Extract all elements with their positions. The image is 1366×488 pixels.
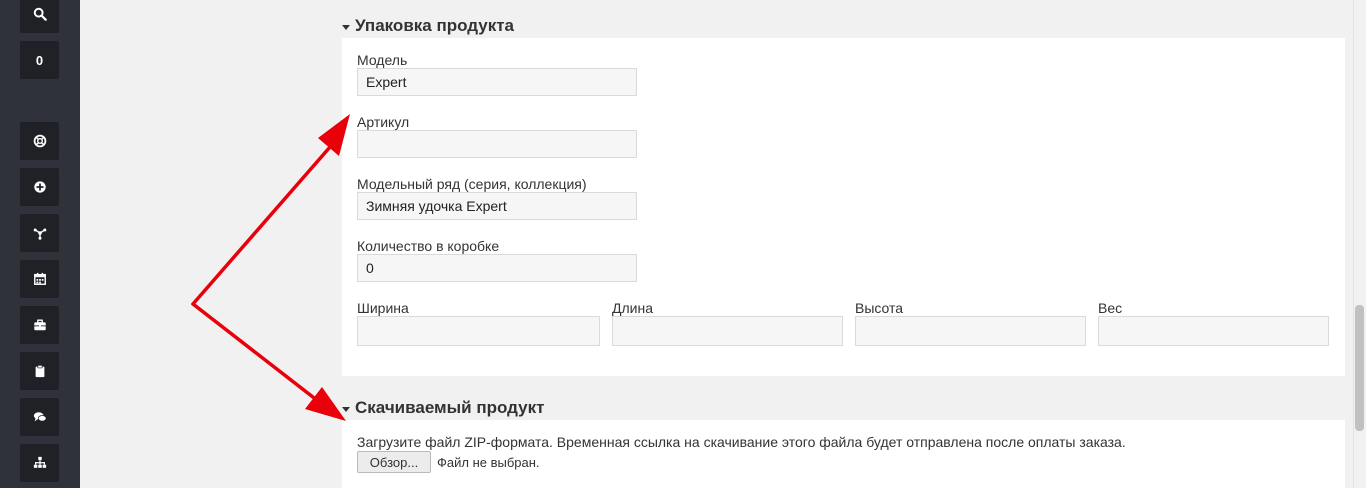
- search-icon: [33, 7, 47, 21]
- model-field[interactable]: Expert: [357, 68, 637, 96]
- height-label: Высота: [855, 300, 904, 316]
- calendar-icon: [33, 272, 46, 285]
- width-field[interactable]: [357, 316, 600, 346]
- scrollbar-thumb[interactable]: [1355, 305, 1364, 431]
- left-sidebar: 0: [0, 0, 80, 488]
- clipboard-icon: [35, 364, 44, 378]
- weight-field[interactable]: [1098, 316, 1329, 346]
- download-section-toggle[interactable]: Скачиваемый продукт: [342, 398, 544, 418]
- sitemap-icon: [33, 456, 46, 468]
- briefcase-icon: [33, 319, 46, 331]
- download-section-title: Скачиваемый продукт: [355, 398, 545, 417]
- quantity-label: Количество в коробке: [357, 238, 500, 254]
- sitemap-button[interactable]: [20, 444, 59, 482]
- counter-button[interactable]: 0: [20, 41, 59, 79]
- caret-down-icon: [342, 406, 350, 412]
- share-button[interactable]: [20, 214, 59, 252]
- sku-label: Артикул: [357, 114, 410, 130]
- weight-label: Вес: [1098, 300, 1123, 316]
- briefcase-button[interactable]: [20, 306, 59, 344]
- calendar-button[interactable]: [20, 260, 59, 298]
- share-icon: [33, 228, 46, 240]
- length-label: Длина: [612, 300, 653, 316]
- search-button[interactable]: [20, 0, 59, 33]
- length-field[interactable]: [612, 316, 843, 346]
- packaging-section-toggle[interactable]: Упаковка продукта: [342, 16, 514, 36]
- width-label: Ширина: [357, 300, 409, 316]
- add-button[interactable]: [20, 168, 59, 206]
- lifebuoy-icon: [33, 134, 46, 148]
- file-status-text: Файл не выбран.: [437, 455, 540, 470]
- series-label: Модельный ряд (серия, коллекция): [357, 176, 587, 192]
- plus-circle-icon: [33, 181, 46, 193]
- help-button[interactable]: [20, 122, 59, 160]
- quantity-field[interactable]: 0: [357, 254, 637, 282]
- counter-value: 0: [35, 52, 44, 68]
- series-field[interactable]: Зимняя удочка Expert: [357, 192, 637, 220]
- model-label: Модель: [357, 52, 408, 68]
- download-panel: [342, 420, 1345, 488]
- packaging-section-title: Упаковка продукта: [355, 16, 515, 35]
- comments-button[interactable]: [20, 398, 59, 436]
- comments-icon: [33, 412, 46, 422]
- download-help-text: Загрузите файл ZIP-формата. Временная сс…: [357, 434, 1126, 450]
- clipboard-button[interactable]: [20, 352, 59, 390]
- sku-field[interactable]: [357, 130, 637, 158]
- browse-file-button[interactable]: Обзор...: [357, 451, 431, 473]
- height-field[interactable]: [855, 316, 1086, 346]
- caret-down-icon: [342, 24, 350, 30]
